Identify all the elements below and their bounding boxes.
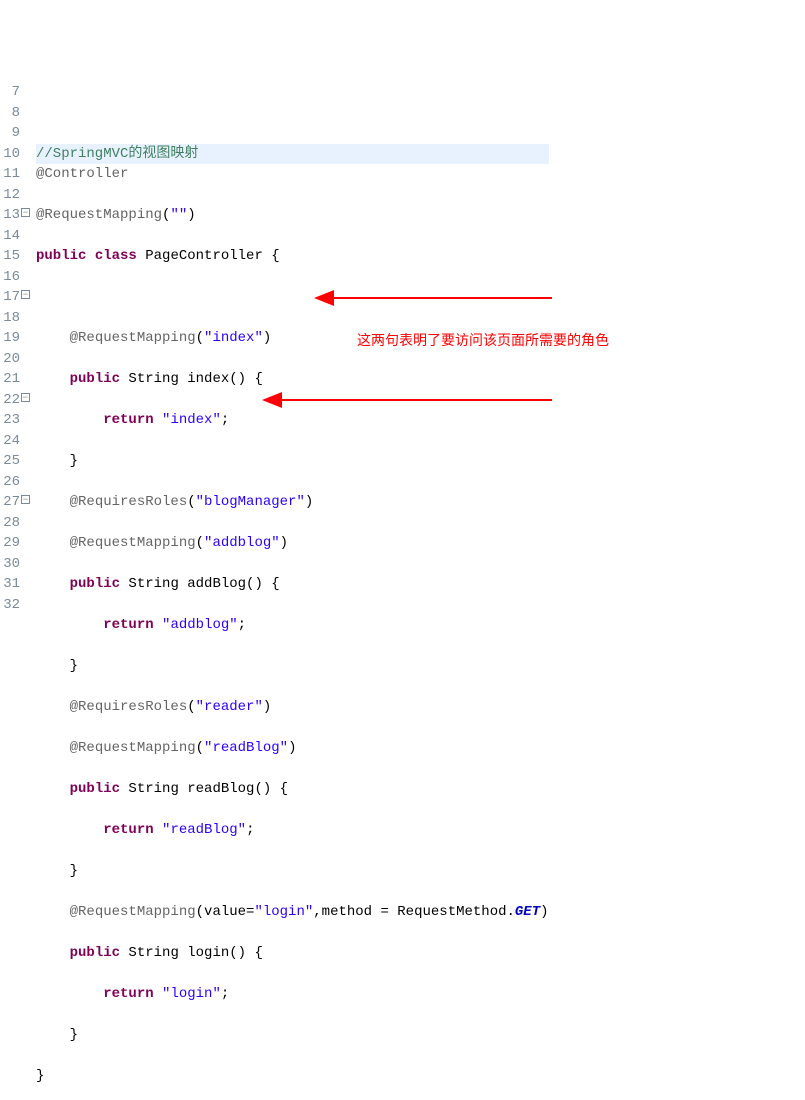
line-number: 13− <box>0 205 20 226</box>
annotation-token: @RequiresRoles <box>70 494 188 510</box>
static-field-token: GET <box>515 904 540 920</box>
line-number: 7 <box>0 82 20 103</box>
annotation-token: @Controller <box>36 166 128 182</box>
keyword-token: public <box>70 576 120 592</box>
annotation-token: @RequestMapping <box>36 207 162 223</box>
line-number: 17− <box>0 287 20 308</box>
line-number: 29 <box>0 533 20 554</box>
line-number: 9 <box>0 123 20 144</box>
line-number: 8 <box>0 103 20 124</box>
line-number: 15 <box>0 246 20 267</box>
line-number-gutter: 78910111213−14151617−1819202122−23242526… <box>0 82 22 1100</box>
keyword-token: public <box>36 248 86 264</box>
keyword-token: return <box>103 822 153 838</box>
annotation-token: @RequestMapping <box>70 904 196 920</box>
code-line: } <box>36 451 549 472</box>
line-number: 20 <box>0 349 20 370</box>
string-token: "reader" <box>196 699 263 715</box>
string-token: "login" <box>254 904 313 920</box>
line-number: 21 <box>0 369 20 390</box>
keyword-token: public <box>70 945 120 961</box>
line-number: 14 <box>0 226 20 247</box>
line-number: 23 <box>0 410 20 431</box>
code-area: //SpringMVC的视图映射 @Controller @RequestMap… <box>22 82 549 1100</box>
string-token: "readBlog" <box>204 740 288 756</box>
code-editor: 78910111213−14151617−1819202122−23242526… <box>0 82 805 1100</box>
string-token: "blogManager" <box>196 494 305 510</box>
string-token: "" <box>170 207 187 223</box>
code-line: @RequiresRoles("blogManager") <box>36 492 549 513</box>
line-number: 24 <box>0 431 20 452</box>
string-token: "index" <box>204 330 263 346</box>
line-number: 26 <box>0 472 20 493</box>
line-number: 28 <box>0 513 20 534</box>
line-number: 19 <box>0 328 20 349</box>
keyword-token: public <box>70 781 120 797</box>
line-number: 18 <box>0 308 20 329</box>
line-number: 31 <box>0 574 20 595</box>
annotation-token: @RequestMapping <box>70 535 196 551</box>
keyword-token: return <box>103 617 153 633</box>
code-line: return "readBlog"; <box>36 820 549 841</box>
line-number: 16 <box>0 267 20 288</box>
code-line: @Controller <box>36 164 549 185</box>
code-line: public String login() { <box>36 943 549 964</box>
code-line: public String readBlog() { <box>36 779 549 800</box>
code-line: } <box>36 1066 549 1087</box>
string-token: "index" <box>162 412 221 428</box>
comment: //SpringMVC的视图映射 <box>36 146 198 162</box>
code-line: public class PageController { <box>36 246 549 267</box>
string-token: "readBlog" <box>162 822 246 838</box>
line-number: 22− <box>0 390 20 411</box>
code-line <box>36 287 549 308</box>
code-line: return "addblog"; <box>36 615 549 636</box>
line-number: 27− <box>0 492 20 513</box>
code-line: @RequestMapping("readBlog") <box>36 738 549 759</box>
line-number: 25 <box>0 451 20 472</box>
line-number: 10 <box>0 144 20 165</box>
code-line: @RequestMapping(value="login",method = R… <box>36 902 549 923</box>
string-token: "addblog" <box>162 617 238 633</box>
code-line: } <box>36 1025 549 1046</box>
keyword-token: class <box>95 248 137 264</box>
annotation-callout-text: 这两句表明了要访问该页面所需要的角色 <box>357 330 609 351</box>
line-number: 11 <box>0 164 20 185</box>
string-token: "login" <box>162 986 221 1002</box>
code-line <box>36 103 549 124</box>
line-number: 30 <box>0 554 20 575</box>
code-line: public String addBlog() { <box>36 574 549 595</box>
keyword-token: public <box>70 371 120 387</box>
line-number: 12 <box>0 185 20 206</box>
annotation-token: @RequiresRoles <box>70 699 188 715</box>
code-line: return "index"; <box>36 410 549 431</box>
annotation-token: @RequestMapping <box>70 330 196 346</box>
code-line: @RequestMapping("") <box>36 205 549 226</box>
code-line-highlight: //SpringMVC的视图映射 <box>36 144 549 165</box>
code-line: @RequiresRoles("reader") <box>36 697 549 718</box>
keyword-token: return <box>103 986 153 1002</box>
keyword-token: return <box>103 412 153 428</box>
annotation-token: @RequestMapping <box>70 740 196 756</box>
code-line: return "login"; <box>36 984 549 1005</box>
code-line: } <box>36 861 549 882</box>
line-number: 32 <box>0 595 20 616</box>
string-token: "addblog" <box>204 535 280 551</box>
code-line: } <box>36 656 549 677</box>
code-line: @RequestMapping("addblog") <box>36 533 549 554</box>
code-line: public String index() { <box>36 369 549 390</box>
